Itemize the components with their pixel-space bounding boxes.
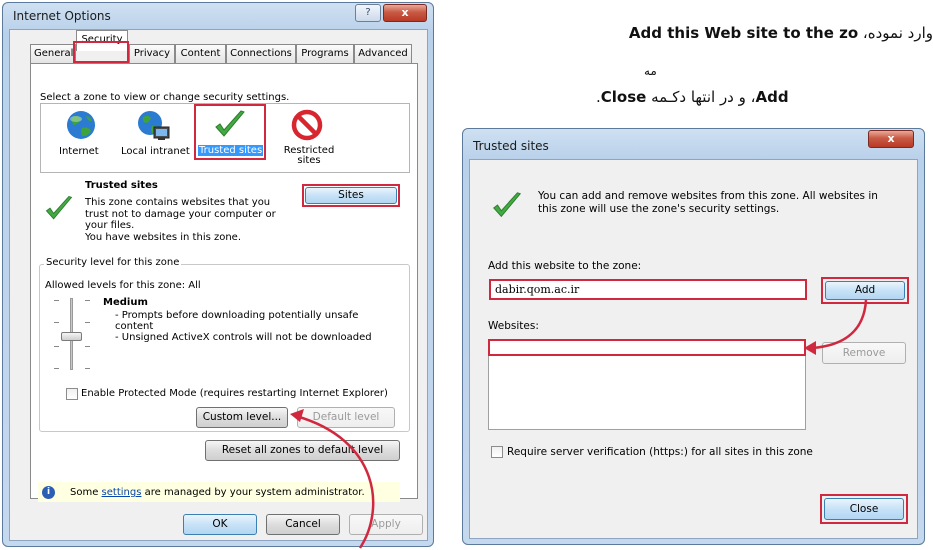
curved-arrow-custom-level xyxy=(290,409,375,549)
internet-options-title: Internet Options xyxy=(13,9,111,23)
instruction-line-0-clipped xyxy=(740,0,930,2)
level-name: Medium xyxy=(103,297,148,308)
close-button[interactable]: x xyxy=(383,4,427,22)
zone-local-intranet-label: Local intranet xyxy=(121,146,190,157)
zone-trusted-sites[interactable]: Trusted sites xyxy=(194,104,266,160)
tab-programs[interactable]: Programs xyxy=(296,44,354,63)
tab-advanced[interactable]: Advanced xyxy=(354,44,412,63)
trusted-sites-checkmark-icon xyxy=(493,192,522,218)
require-https-checkbox[interactable] xyxy=(491,446,503,458)
description-line: You can add and remove websites from thi… xyxy=(538,190,878,202)
instruction-bold: Add this Web site to the zo xyxy=(628,24,859,42)
tab-connections[interactable]: Connections xyxy=(226,44,296,63)
tab-privacy[interactable]: Privacy xyxy=(129,44,175,63)
zone-prompt: Select a zone to view or change security… xyxy=(40,92,290,103)
zone-restricted-sites[interactable]: Restricted sites xyxy=(276,108,340,166)
add-website-input[interactable] xyxy=(489,279,807,300)
zone-desc-line: This zone contains websites that you xyxy=(85,197,271,208)
trusted-checkmark-icon xyxy=(45,195,73,220)
instruction-middle: ، و در انتها دکـمه xyxy=(651,88,756,106)
zone-description: This zone contains websites that you tru… xyxy=(85,197,276,243)
zone-trusted-sites-label: Trusted sites xyxy=(198,145,264,156)
require-https-label: Require server verification (https:) for… xyxy=(507,446,813,458)
slider-tick-marks xyxy=(54,300,90,370)
level-bullet: - Prompts before downloading potentially… xyxy=(115,310,359,321)
websites-list-first-row[interactable] xyxy=(488,339,806,356)
help-button[interactable]: ? xyxy=(355,4,381,22)
trusted-sites-title: Trusted sites xyxy=(473,139,549,153)
zone-internet-label: Internet xyxy=(59,146,99,157)
zone-desc-line: You have websites in this zone. xyxy=(85,231,242,243)
protected-mode-checkbox[interactable] xyxy=(66,388,78,400)
instruction-tail: مه xyxy=(644,64,657,78)
settings-link[interactable]: settings xyxy=(102,487,142,498)
description-line: this zone will use the zone's security s… xyxy=(538,203,780,215)
zone-title: Trusted sites xyxy=(85,180,158,191)
instruction-rest: وارد نموده، xyxy=(862,24,933,42)
instruction-line-3: Add، و در انتها دکـمه Close. xyxy=(596,88,789,106)
zone-internet[interactable]: Internet xyxy=(52,108,108,160)
sites-button-highlight xyxy=(302,184,400,207)
level-bullets: - Prompts before downloading potentially… xyxy=(115,310,372,343)
custom-level-button[interactable]: Custom level... xyxy=(196,407,288,428)
zone-desc-line: trust not to damage your computer or xyxy=(85,208,276,220)
security-tab-highlight xyxy=(73,41,129,63)
ok-button[interactable]: OK xyxy=(183,514,257,535)
instruction-close: Close xyxy=(600,88,647,106)
zone-restricted-sites-label: Restricted sites xyxy=(283,145,335,166)
no-entry-icon xyxy=(291,109,323,141)
security-level-label: Security level for this zone xyxy=(44,257,182,268)
allowed-levels: Allowed levels for this zone: All xyxy=(45,280,201,291)
globe-icon xyxy=(67,111,95,139)
level-bullet: - Unsigned ActiveX controls will not be … xyxy=(115,332,372,343)
protected-mode-label: Enable Protected Mode (requires restarti… xyxy=(81,388,388,399)
instruction-line-1: وارد نموده، Add this Web site to the zo xyxy=(629,24,933,42)
instruction-line-2: مه xyxy=(644,64,657,78)
info-icon: i xyxy=(42,486,55,499)
tab-content[interactable]: Content xyxy=(175,44,226,63)
level-bullet: content xyxy=(115,321,154,332)
curved-arrow-add xyxy=(804,299,868,355)
zone-local-intranet[interactable]: Local intranet xyxy=(118,108,190,160)
security-level-slider[interactable] xyxy=(54,298,90,370)
trusted-sites-description: You can add and remove websites from thi… xyxy=(538,190,878,216)
intranet-icon xyxy=(138,111,170,140)
websites-label: Websites: xyxy=(488,320,539,332)
instruction-add: Add xyxy=(755,88,789,106)
checkmark-icon xyxy=(215,110,245,137)
info-prefix: Some xyxy=(70,487,99,498)
close-button-highlight xyxy=(820,494,908,524)
zone-desc-line: your files. xyxy=(85,220,135,231)
tab-general[interactable]: General xyxy=(30,44,76,63)
add-website-label: Add this website to the zone: xyxy=(488,260,642,272)
trusted-sites-close-icon[interactable]: x xyxy=(868,130,914,148)
